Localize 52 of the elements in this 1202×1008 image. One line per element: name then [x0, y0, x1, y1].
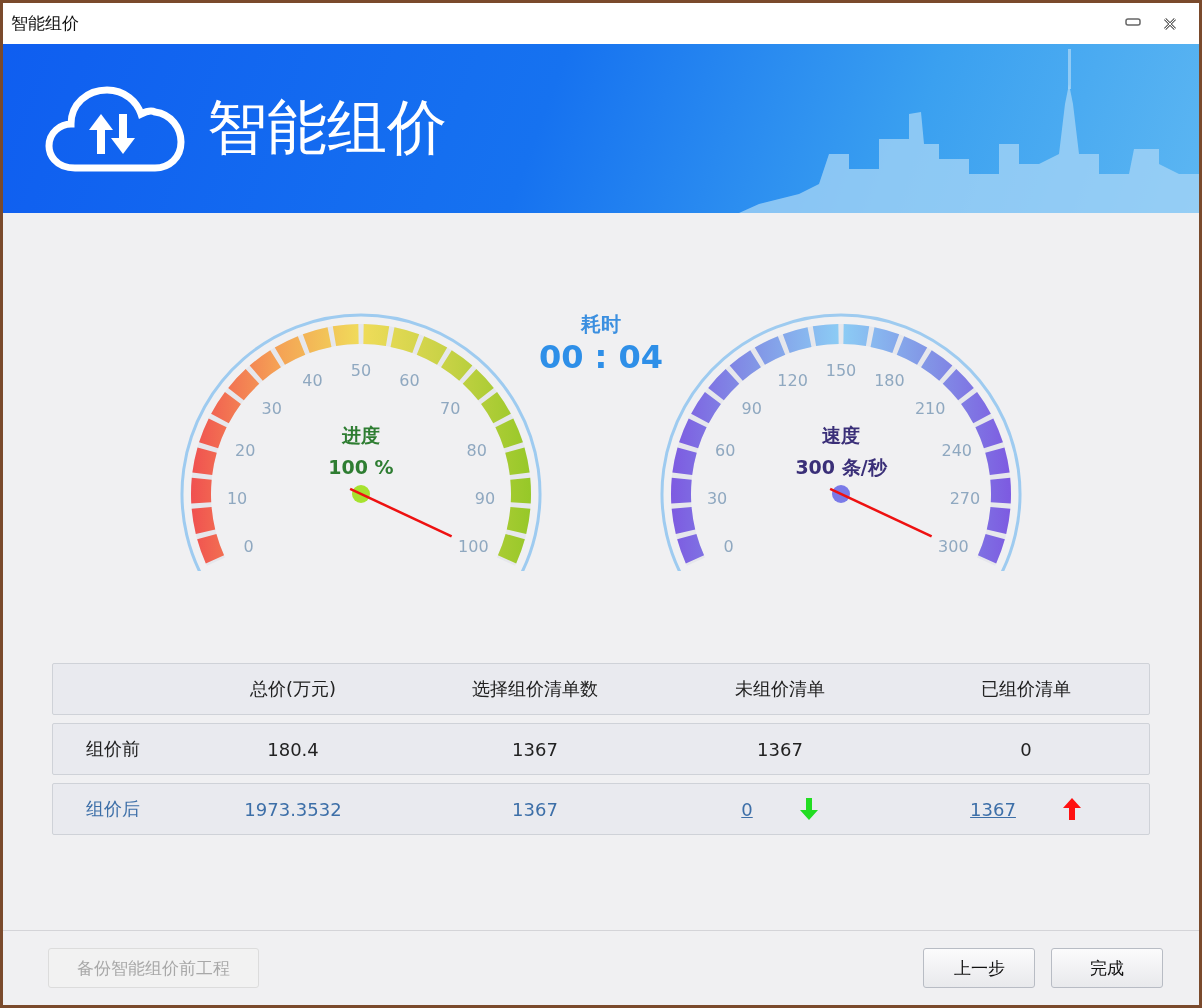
banner-title: 智能组价 — [207, 91, 447, 164]
scale-label: 70 — [440, 398, 461, 418]
table-cell: 1367 — [757, 738, 803, 760]
back-button[interactable]: 上一步 — [923, 948, 1035, 988]
column-header: 总价(万元) — [249, 677, 336, 701]
finish-button[interactable]: 完成 — [1051, 948, 1163, 988]
scale-label: 0 — [243, 537, 254, 557]
gauge-reading: 300 条/秒 — [795, 456, 887, 478]
scale-label: 50 — [350, 361, 372, 380]
table-cell: 1973.3532 — [244, 798, 342, 820]
column-header: 选择组价清单数 — [472, 677, 598, 701]
column-header: 已组价清单 — [981, 677, 1071, 701]
minimize-icon[interactable] — [1125, 16, 1141, 27]
scale-label: 30 — [261, 398, 282, 418]
scale-label: 0 — [723, 537, 734, 557]
gauge-label: 速度 — [822, 424, 860, 446]
scale-label: 90 — [741, 398, 762, 418]
scale-label: 80 — [466, 440, 487, 460]
scale-label: 210 — [914, 398, 946, 418]
needle-hub — [352, 485, 370, 503]
scale-label: 90 — [474, 489, 496, 509]
scale-label: 20 — [235, 440, 256, 460]
elapsed-label: 耗时 — [581, 311, 621, 338]
scale-label: 60 — [715, 440, 736, 460]
scale-label: 120 — [777, 370, 808, 390]
gauge-reading: 100 % — [328, 456, 394, 478]
elapsed-time: 00 : 04 — [538, 338, 664, 376]
gauge-label: 进度 — [342, 424, 380, 446]
scale-label: 40 — [302, 370, 323, 390]
table-cell: 180.4 — [267, 738, 319, 760]
down-arrow-icon — [798, 798, 819, 820]
table-cell: 1367 — [512, 798, 558, 820]
count-link[interactable]: 0 — [741, 798, 753, 820]
scale-label: 270 — [949, 489, 981, 509]
scale-label: 30 — [706, 489, 728, 509]
scale-label: 60 — [399, 370, 420, 390]
column-header: 未组价清单 — [735, 677, 825, 701]
scale-label: 10 — [226, 489, 248, 509]
scale-label: 180 — [874, 370, 905, 390]
table-cell: 0 — [1020, 738, 1032, 760]
scale-label: 100 — [458, 537, 489, 557]
up-arrow-icon — [1061, 798, 1082, 820]
scale-label: 300 — [938, 537, 969, 557]
scale-label: 240 — [941, 440, 973, 460]
close-icon[interactable] — [1163, 16, 1177, 31]
row-label: 组价后 — [86, 797, 140, 821]
table-cell: 1367 — [512, 738, 558, 760]
needle-hub — [832, 485, 850, 503]
count-link[interactable]: 1367 — [970, 798, 1016, 820]
scale-label: 150 — [825, 361, 857, 380]
window-title: 智能组价 — [11, 12, 79, 35]
row-label: 组价前 — [86, 737, 140, 761]
